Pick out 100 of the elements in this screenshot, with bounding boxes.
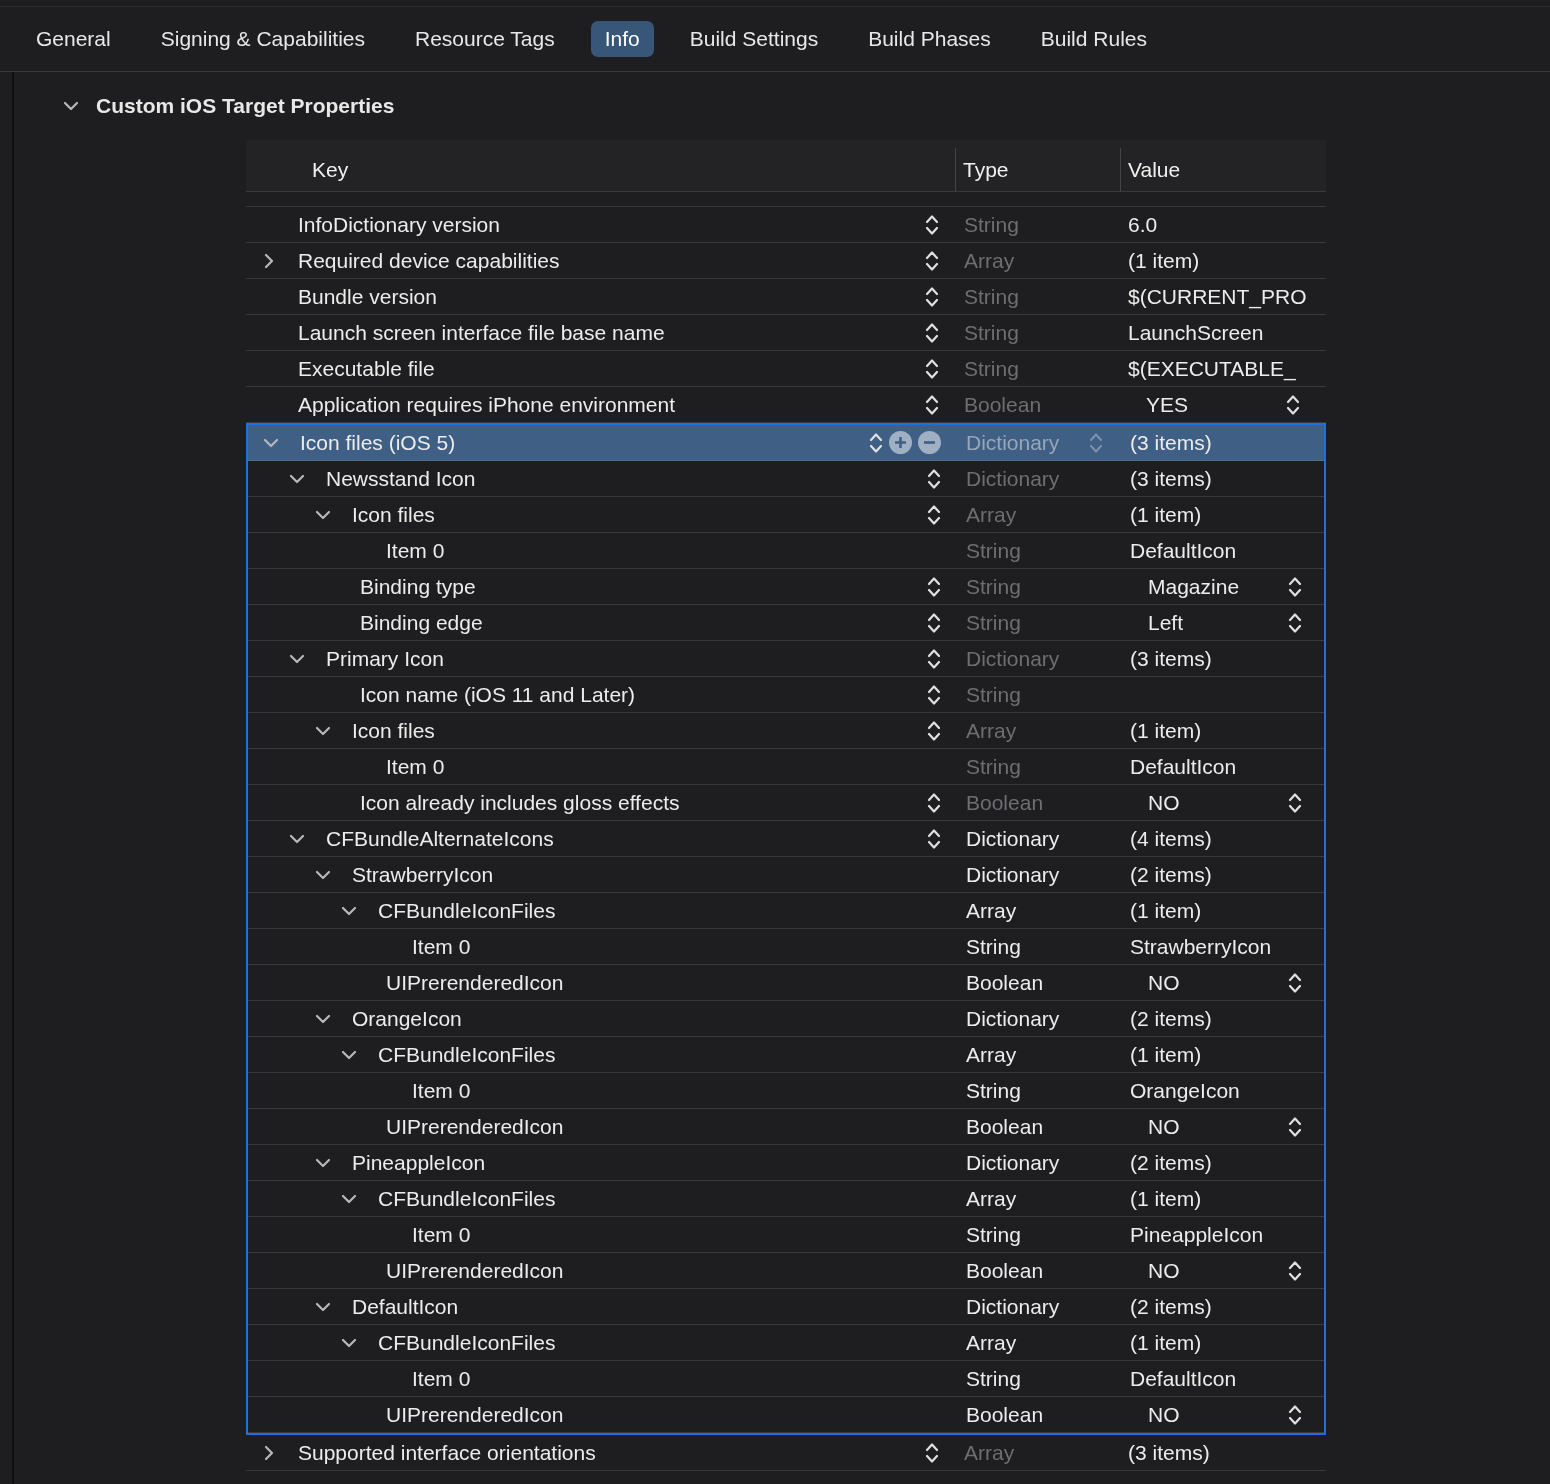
property-row[interactable]: UIPrerenderedIcon Boolean NO [248, 1397, 1324, 1433]
property-row[interactable]: UIPrerenderedIcon Boolean NO [248, 1253, 1324, 1289]
key-text: Icon files [352, 502, 435, 527]
add-button[interactable] [889, 431, 912, 454]
stepper-icon[interactable] [927, 610, 941, 635]
property-row[interactable]: Item 0 String DefaultIcon [248, 749, 1324, 785]
column-header[interactable]: Value [1128, 157, 1181, 182]
tab[interactable]: Build Settings [675, 21, 833, 57]
value-text: PineappleIcon [1130, 1222, 1264, 1247]
value-popup[interactable]: NO [1148, 970, 1302, 995]
value-popup[interactable]: NO [1148, 1402, 1302, 1427]
property-row[interactable]: Launch screen interface file base name String LaunchScreen [246, 315, 1326, 351]
column-header[interactable]: Type [963, 157, 1009, 182]
tab[interactable]: Signing & Capabilities [146, 21, 379, 57]
property-row[interactable]: DefaultIcon Dictionary (2 items) [248, 1289, 1324, 1325]
stepper-icon [1288, 970, 1302, 995]
value-text: $(EXECUTABLE_ [1128, 356, 1296, 381]
stepper-icon[interactable] [927, 790, 941, 815]
value-popup[interactable]: YES [1146, 392, 1300, 417]
key-text: Executable file [298, 356, 435, 381]
property-row[interactable]: CFBundleIconFiles Array (1 item) [248, 893, 1324, 929]
type-text: String [966, 1222, 1021, 1247]
type-text: String [966, 538, 1021, 563]
stepper-icon[interactable] [927, 826, 941, 851]
key-text: Launch screen interface file base name [298, 320, 665, 345]
stepper-icon[interactable] [925, 392, 939, 417]
property-row[interactable]: UIPrerenderedIcon Boolean NO [248, 965, 1324, 1001]
property-row[interactable]: Icon files Array (1 item) [248, 497, 1324, 533]
property-row[interactable]: Primary Icon Dictionary (3 items) [248, 641, 1324, 677]
property-row[interactable]: Item 0 String DefaultIcon [248, 533, 1324, 569]
stepper-icon[interactable] [927, 466, 941, 491]
property-row[interactable]: CFBundleAlternateIcons Dictionary (4 items) [248, 821, 1324, 857]
stepper-icon[interactable] [927, 574, 941, 599]
property-row[interactable]: Supported interface orientations Array (3 items) [246, 1435, 1326, 1471]
property-row[interactable]: Binding edge String Left [248, 605, 1324, 641]
property-row[interactable]: CFBundleIconFiles Array (1 item) [248, 1037, 1324, 1073]
value-text: OrangeIcon [1130, 1078, 1240, 1103]
property-row[interactable]: Item 0 String StrawberryIcon [248, 929, 1324, 965]
stepper-icon[interactable] [925, 1440, 939, 1465]
stepper-icon[interactable] [927, 646, 941, 671]
tab[interactable]: Resource Tags [401, 21, 569, 57]
property-row[interactable]: CFBundleIconFiles Array (1 item) [248, 1325, 1324, 1361]
property-row[interactable]: Item 0 String OrangeIcon [248, 1073, 1324, 1109]
key-text: UIPrerenderedIcon [386, 970, 564, 995]
key-text: InfoDictionary version [298, 212, 500, 237]
property-row[interactable]: Binding type String Magazine [248, 569, 1324, 605]
key-text: Required device capabilities [298, 248, 560, 273]
property-row[interactable]: Icon files Array (1 item) [248, 713, 1324, 749]
property-row[interactable]: Item 0 String DefaultIcon [248, 1361, 1324, 1397]
value-text: DefaultIcon [1130, 538, 1237, 563]
stepper-icon[interactable] [925, 284, 939, 309]
tab[interactable]: General [22, 21, 125, 57]
value-text: DefaultIcon [1130, 754, 1237, 779]
property-row[interactable]: Icon name (iOS 11 and Later) String [248, 677, 1324, 713]
value-popup[interactable]: NO [1148, 1114, 1302, 1139]
value-popup[interactable]: NO [1148, 1258, 1302, 1283]
property-row[interactable]: Item 0 String PineappleIcon [248, 1217, 1324, 1253]
type-text: Boolean [966, 1114, 1044, 1139]
property-row[interactable]: Icon already includes gloss effects Boolean NO [248, 785, 1324, 821]
stepper-icon[interactable] [925, 248, 939, 273]
tab[interactable]: Build Phases [854, 21, 1005, 57]
property-row[interactable]: Required device capabilities Array (1 item) [246, 243, 1326, 279]
value-popup[interactable]: Magazine [1148, 574, 1302, 599]
value-popup[interactable]: Left [1148, 610, 1302, 635]
column-header[interactable]: Key [312, 157, 349, 182]
value-text: (2 items) [1130, 1150, 1212, 1175]
value-text: $(CURRENT_PRO [1128, 284, 1307, 309]
type-text: String [966, 754, 1021, 779]
value-text: LaunchScreen [1128, 320, 1264, 345]
property-row[interactable]: Application requires iPhone environment Boolean YES [246, 387, 1326, 423]
stepper-icon[interactable] [927, 682, 941, 707]
property-row[interactable]: Newsstand Icon Dictionary (3 items) [248, 461, 1324, 497]
property-row[interactable]: InfoDictionary version String 6.0 [246, 207, 1326, 243]
type-text: String [966, 934, 1021, 959]
remove-button[interactable] [918, 431, 941, 454]
type-text: String [964, 356, 1019, 381]
value-text: (4 items) [1130, 826, 1212, 851]
property-row[interactable]: StrawberryIcon Dictionary (2 items) [248, 857, 1324, 893]
property-row[interactable]: Icon files (iOS 5) Dictionary (3 items) [248, 425, 1324, 461]
tab[interactable]: Build Rules [1026, 21, 1161, 57]
property-row[interactable]: OrangeIcon Dictionary (2 items) [248, 1001, 1324, 1037]
property-row[interactable]: Executable file String $(EXECUTABLE_ [246, 351, 1326, 387]
stepper-icon [1286, 392, 1300, 417]
value-popup[interactable]: NO [1148, 790, 1302, 815]
property-row[interactable]: Bundle version String $(CURRENT_PRO [246, 279, 1326, 315]
key-text: Icon already includes gloss effects [360, 790, 680, 815]
tab[interactable]: Info [590, 21, 654, 57]
stepper-icon[interactable] [927, 718, 941, 743]
property-row[interactable]: PineappleIcon Dictionary (2 items) [248, 1145, 1324, 1181]
type-text: Array [966, 502, 1017, 527]
stepper-icon[interactable] [925, 212, 939, 237]
stepper-icon[interactable] [925, 320, 939, 345]
stepper-icon[interactable] [927, 502, 941, 527]
key-text: StrawberryIcon [352, 862, 494, 887]
property-row[interactable]: CFBundleIconFiles Array (1 item) [248, 1181, 1324, 1217]
stepper-icon[interactable] [925, 356, 939, 381]
property-row[interactable]: UIPrerenderedIcon Boolean NO [248, 1109, 1324, 1145]
value-text: (1 item) [1130, 898, 1202, 923]
key-text: Primary Icon [326, 646, 444, 671]
value-text: (3 items) [1130, 430, 1212, 455]
